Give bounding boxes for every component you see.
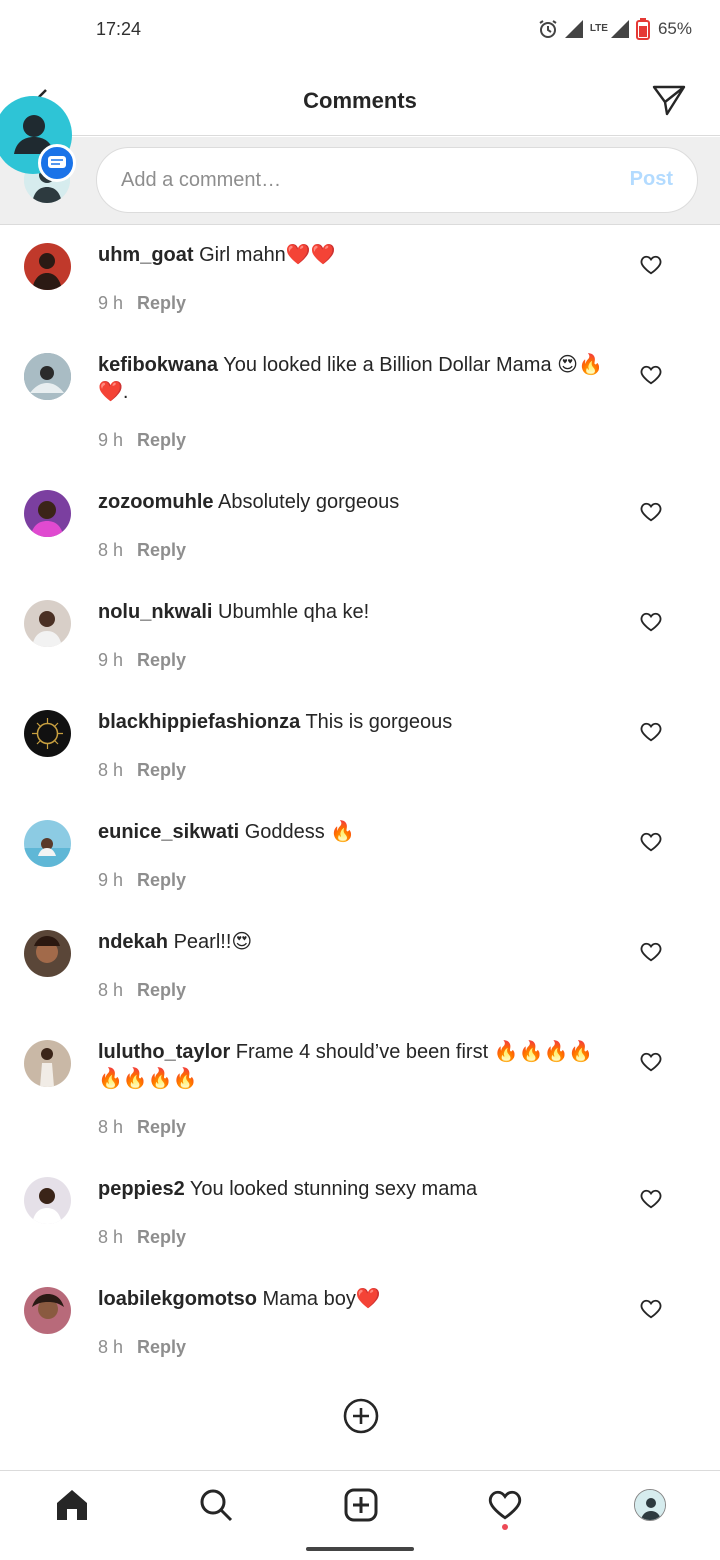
comment-text: Pearl!!😍	[168, 931, 253, 953]
notification-dot	[502, 1524, 508, 1530]
comment-input-container: Post	[96, 147, 698, 213]
comments-header: Comments	[0, 64, 720, 136]
comment-time: 8 h	[98, 760, 124, 780]
search-icon[interactable]	[196, 1485, 236, 1525]
list-item: loabilekgomotso Mama boy❤️ 8 h Reply	[0, 1270, 720, 1380]
home-icon[interactable]	[52, 1485, 92, 1525]
comment-time: 9 h	[98, 650, 124, 670]
profile-avatar[interactable]	[630, 1485, 670, 1525]
heart-icon[interactable]	[640, 941, 662, 963]
comment-time: 9 h	[98, 870, 124, 890]
comment-time: 8 h	[98, 540, 124, 560]
comment-username[interactable]: zozoomuhle	[98, 491, 214, 513]
reply-button[interactable]: Reply	[137, 980, 186, 1001]
reply-button[interactable]: Reply	[137, 540, 186, 561]
comment-text: Ubumhle qha ke!	[212, 601, 370, 623]
list-item: lulutho_taylor Frame 4 should’ve been fi…	[0, 1023, 720, 1160]
comments-list: uhm_goat Girl mahn❤️❤️ 9 h Reply kefibokw…	[0, 226, 720, 1380]
comment-username[interactable]: kefibokwana	[98, 354, 218, 376]
list-item: kefibokwana You looked like a Billion Do…	[0, 336, 720, 473]
activity-heart-icon[interactable]	[485, 1485, 525, 1525]
alarm-icon	[538, 19, 558, 39]
comment-time: 8 h	[98, 1227, 124, 1247]
page-title: Comments	[303, 88, 417, 113]
comment-username[interactable]: blackhippiefashionza	[98, 711, 300, 733]
comment-time: 9 h	[98, 293, 124, 313]
new-post-icon[interactable]	[341, 1485, 381, 1525]
comment-text: This is gorgeous	[300, 711, 453, 733]
comment-text: Absolutely gorgeous	[213, 491, 400, 513]
heart-icon[interactable]	[640, 1188, 662, 1210]
avatar[interactable]	[24, 930, 71, 977]
comment-username[interactable]: loabilekgomotso	[98, 1288, 257, 1310]
heart-icon[interactable]	[640, 1298, 662, 1320]
list-item: eunice_sikwati Goddess 🔥 9 h Reply	[0, 803, 720, 913]
comment-username[interactable]: lulutho_taylor	[98, 1041, 230, 1063]
comment-text: Girl mahn❤️❤️	[193, 244, 336, 266]
avatar[interactable]	[24, 490, 71, 537]
reply-button[interactable]: Reply	[137, 650, 186, 671]
heart-icon[interactable]	[640, 254, 662, 276]
message-badge-icon	[38, 144, 76, 182]
heart-icon[interactable]	[640, 364, 662, 386]
status-time: 17:24	[96, 19, 142, 39]
comment-time: 8 h	[98, 1117, 124, 1137]
list-item: nolu_nkwali Ubumhle qha ke! 9 h Reply	[0, 583, 720, 693]
avatar[interactable]	[24, 820, 71, 867]
heart-icon[interactable]	[640, 1051, 662, 1073]
list-item: uhm_goat Girl mahn❤️❤️ 9 h Reply	[0, 226, 720, 336]
comment-compose-bar: Post	[0, 137, 720, 225]
comment-time: 8 h	[98, 980, 124, 1000]
comment-username[interactable]: peppies2	[98, 1178, 185, 1200]
bottom-navigation	[0, 1470, 720, 1540]
reply-button[interactable]: Reply	[137, 1117, 186, 1138]
comment-username[interactable]: ndekah	[98, 931, 168, 953]
heart-icon[interactable]	[640, 501, 662, 523]
comment-username[interactable]: nolu_nkwali	[98, 601, 212, 623]
list-item: peppies2 You looked stunning sexy mama 8…	[0, 1160, 720, 1270]
reply-button[interactable]: Reply	[137, 293, 186, 314]
reply-button[interactable]: Reply	[137, 1337, 186, 1358]
comment-input[interactable]	[121, 148, 601, 212]
comment-text: You looked stunning sexy mama	[184, 1178, 478, 1200]
send-icon[interactable]	[652, 84, 686, 121]
heart-icon[interactable]	[640, 721, 662, 743]
signal-icon	[610, 19, 630, 39]
list-item: zozoomuhle Absolutely gorgeous 8 h Reply	[0, 473, 720, 583]
avatar[interactable]	[24, 600, 71, 647]
status-icons: LTE 65%	[538, 17, 692, 41]
avatar[interactable]	[24, 710, 71, 757]
avatar[interactable]	[24, 1287, 71, 1334]
battery-percent: 65%	[657, 19, 692, 38]
reply-button[interactable]: Reply	[137, 1227, 186, 1248]
comment-username[interactable]: uhm_goat	[98, 244, 194, 266]
comment-text: Goddess 🔥	[239, 821, 356, 843]
avatar	[634, 1489, 666, 1521]
avatar[interactable]	[24, 1040, 71, 1087]
avatar[interactable]	[24, 1177, 71, 1224]
home-indicator[interactable]	[306, 1547, 414, 1551]
list-item: blackhippiefashionza This is gorgeous 8 …	[0, 693, 720, 803]
battery-icon	[635, 18, 650, 40]
signal-icon	[564, 19, 584, 39]
reply-button[interactable]: Reply	[137, 870, 186, 891]
comment-text: Mama boy❤️	[256, 1288, 381, 1310]
list-item: ndekah Pearl!!😍 8 h Reply	[0, 913, 720, 1023]
heart-icon[interactable]	[640, 831, 662, 853]
reply-button[interactable]: Reply	[137, 760, 186, 781]
post-button[interactable]: Post	[630, 168, 673, 191]
comment-time: 9 h	[98, 430, 124, 450]
comment-username[interactable]: eunice_sikwati	[98, 821, 239, 843]
status-bar: 17:24 LTE 65%	[0, 0, 720, 60]
avatar[interactable]	[24, 243, 71, 290]
comment-time: 8 h	[98, 1337, 124, 1357]
lte-icon: LTE	[589, 23, 608, 34]
avatar[interactable]	[24, 353, 71, 400]
reply-button[interactable]: Reply	[137, 430, 186, 451]
heart-icon[interactable]	[640, 611, 662, 633]
load-more-comments-icon[interactable]	[342, 1397, 380, 1435]
